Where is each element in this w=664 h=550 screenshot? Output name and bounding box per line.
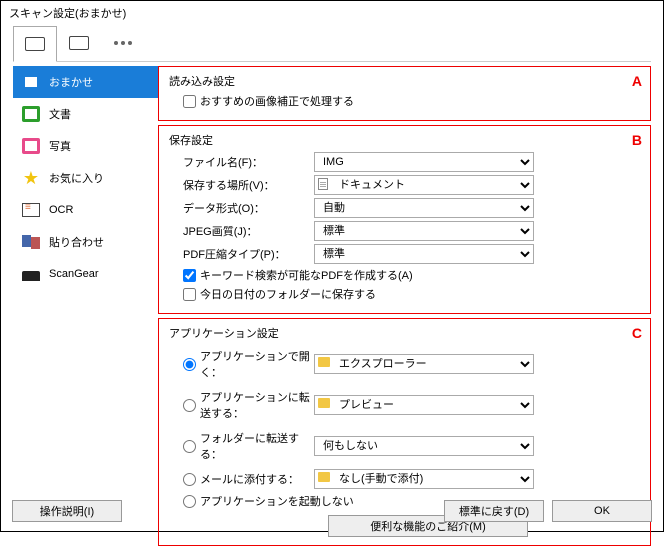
device-tabs: [13, 25, 651, 62]
sidebar-item-ocr[interactable]: OCR: [13, 194, 158, 226]
ocr-icon: [21, 201, 41, 219]
open-with-radio[interactable]: [183, 358, 196, 371]
reset-defaults-button[interactable]: 標準に戻す(D): [444, 500, 544, 522]
group-title: 保存設定: [169, 132, 640, 148]
format-label: データ形式(O)：: [169, 200, 314, 216]
sidebar-item-label: OCR: [49, 204, 73, 216]
ok-button[interactable]: OK: [552, 500, 652, 522]
folder-icon: [318, 472, 330, 484]
mail-label: メールに添付する：: [200, 471, 299, 487]
group-title: アプリケーション設定: [169, 325, 640, 341]
tab-more[interactable]: [101, 25, 145, 61]
date-folder-row[interactable]: 今日の日付のフォルダーに保存する: [169, 286, 640, 302]
pdf-field[interactable]: 標準: [314, 244, 534, 264]
recommended-correction-checkbox[interactable]: [183, 95, 196, 108]
star-icon: ★: [21, 169, 41, 187]
filename-label: ファイル名(F)：: [169, 154, 314, 170]
send-app-radio[interactable]: [183, 399, 196, 412]
group-save-settings: B 保存設定 ファイル名(F)： IMG 保存する場所(V)： ドキュメント デ…: [158, 125, 651, 314]
pdf-label: PDF圧縮タイプ(P)：: [169, 246, 314, 262]
folder-icon: [318, 357, 330, 369]
sidebar-item-label: お気に入り: [49, 170, 104, 186]
sidebar-item-photo[interactable]: 写真: [13, 130, 158, 162]
footer: 操作説明(I) 標準に戻す(D) OK: [12, 500, 652, 522]
sidebar-item-label: 写真: [49, 138, 71, 154]
open-with-label: アプリケーションで開く：: [200, 348, 314, 380]
jpeg-label: JPEG画質(J)：: [169, 223, 314, 239]
open-with-field[interactable]: エクスプローラー: [314, 354, 534, 374]
recommended-correction-label: おすすめの画像補正で処理する: [200, 93, 354, 109]
jpeg-field[interactable]: 標準: [314, 221, 534, 241]
group-marker-a: A: [632, 73, 642, 89]
sidebar-item-label: 文書: [49, 106, 71, 122]
group-read-settings: A 読み込み設定 おすすめの画像補正で処理する: [158, 66, 651, 121]
printer-icon: [69, 36, 89, 50]
folder-icon: [318, 398, 330, 410]
sidebar-item-label: おまかせ: [49, 74, 93, 90]
send-folder-radio[interactable]: [183, 440, 196, 453]
mail-field[interactable]: なし(手動で添付): [314, 469, 534, 489]
group-marker-b: B: [632, 132, 642, 148]
send-app-label: アプリケーションに転送する：: [200, 389, 314, 421]
photo-icon: [21, 137, 41, 155]
keyword-pdf-label: キーワード検索が可能なPDFを作成する(A): [200, 267, 413, 283]
sidebar-item-document[interactable]: 文書: [13, 98, 158, 130]
filename-field[interactable]: IMG: [314, 152, 534, 172]
open-with-row[interactable]: アプリケーションで開く：: [169, 348, 314, 380]
sidebar-item-favorite[interactable]: ★ お気に入り: [13, 162, 158, 194]
ellipsis-icon: [114, 41, 132, 45]
mail-row[interactable]: メールに添付する：: [169, 471, 314, 487]
sidebar-item-stitch[interactable]: 貼り合わせ: [13, 226, 158, 258]
tab-scanner[interactable]: [13, 26, 57, 62]
group-title: 読み込み設定: [169, 73, 640, 89]
format-field[interactable]: 自動: [314, 198, 534, 218]
sidebar-item-scangear[interactable]: ScanGear: [13, 258, 158, 290]
keyword-pdf-row[interactable]: キーワード検索が可能なPDFを作成する(A): [169, 267, 640, 283]
sidebar-item-auto[interactable]: おまかせ: [13, 66, 158, 98]
auto-icon: [21, 73, 41, 91]
date-folder-label: 今日の日付のフォルダーに保存する: [200, 286, 376, 302]
recommended-correction-row[interactable]: おすすめの画像補正で処理する: [169, 93, 640, 109]
send-app-field[interactable]: プレビュー: [314, 395, 534, 415]
group-marker-c: C: [632, 325, 642, 341]
mail-radio[interactable]: [183, 473, 196, 486]
sidebar-item-label: 貼り合わせ: [49, 234, 104, 250]
sidebar: おまかせ 文書 写真 ★ お気に入り OCR 貼り合わせ ScanGear: [13, 66, 158, 550]
send-folder-row[interactable]: フォルダーに転送する：: [169, 430, 314, 462]
sidebar-item-label: ScanGear: [49, 268, 99, 280]
send-folder-label: フォルダーに転送する：: [200, 430, 314, 462]
window-title: スキャン設定(おまかせ): [1, 1, 663, 25]
description-button[interactable]: 操作説明(I): [12, 500, 122, 522]
saveto-field[interactable]: ドキュメント: [314, 175, 534, 195]
stitch-icon: [21, 233, 41, 251]
scanner-icon: [25, 37, 45, 51]
document-folder-icon: [318, 178, 330, 190]
tab-printer[interactable]: [57, 25, 101, 61]
send-app-row[interactable]: アプリケーションに転送する：: [169, 389, 314, 421]
date-folder-checkbox[interactable]: [183, 288, 196, 301]
scangear-icon: [21, 265, 41, 283]
send-folder-field[interactable]: 何もしない: [314, 436, 534, 456]
keyword-pdf-checkbox[interactable]: [183, 269, 196, 282]
saveto-label: 保存する場所(V)：: [169, 177, 314, 193]
document-icon: [21, 105, 41, 123]
